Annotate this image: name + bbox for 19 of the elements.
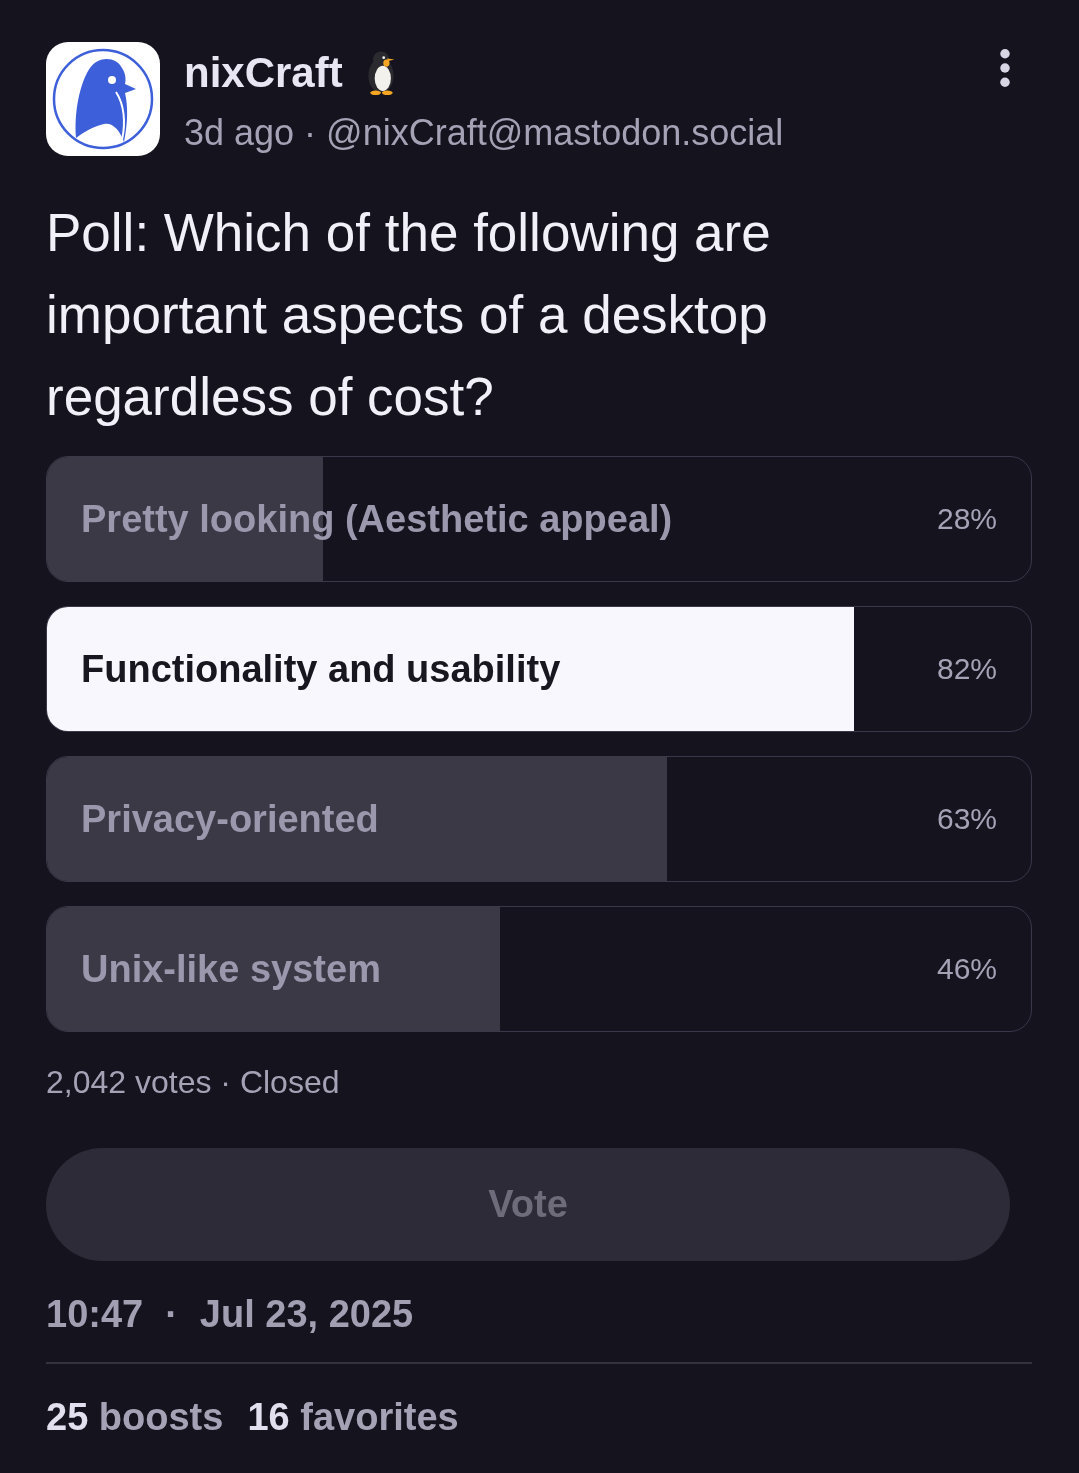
option-percent: 28%	[936, 502, 997, 536]
option-label: Unix-like system	[81, 947, 381, 991]
option-label: Privacy-oriented	[81, 797, 379, 841]
post-time: 10:47	[46, 1292, 144, 1337]
option-label: Functionality and usability	[81, 647, 561, 691]
option-percent: 82%	[936, 652, 997, 686]
stat-link[interactable]: 16 favorites	[247, 1394, 459, 1440]
post-meta: 3d ago · @nixCraft@mastodon.social	[184, 111, 785, 155]
stat-link[interactable]: 25 boosts	[46, 1394, 224, 1440]
option-percent: 63%	[936, 802, 997, 836]
penguin-avatar-icon[interactable]	[46, 42, 160, 156]
post-text: Poll: Which of the following are important aspects of a desktop regardless of cost?	[46, 202, 772, 428]
separator-dot: ·	[165, 1292, 178, 1337]
poll-summary: 2,042 votes · Closed	[46, 1063, 340, 1102]
option-percent: 46%	[936, 952, 997, 986]
author-name[interactable]: nixCraft	[184, 47, 343, 99]
post-date: Jul 23, 2025	[199, 1292, 414, 1337]
more-options-icon[interactable]	[999, 49, 1011, 87]
option-label: Pretty looking (Aesthetic appeal)	[81, 497, 673, 541]
